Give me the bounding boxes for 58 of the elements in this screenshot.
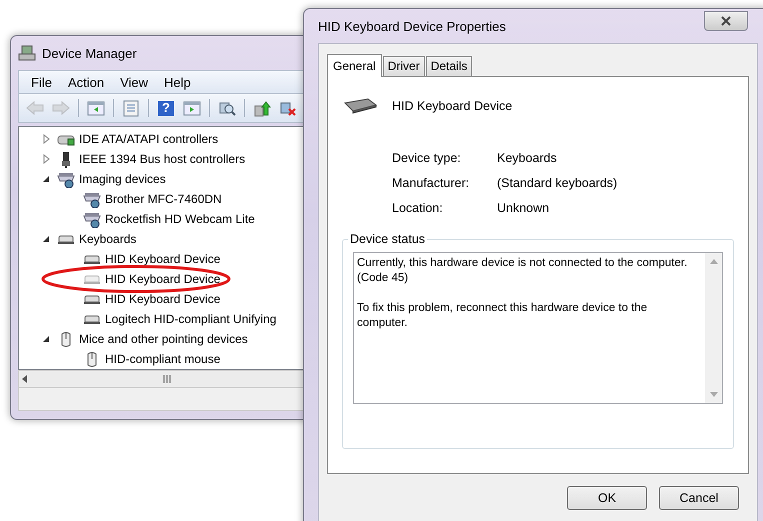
tree-item[interactable]: Logitech HID-compliant Unifying xyxy=(105,312,276,326)
collapsed-arrow-icon[interactable] xyxy=(41,134,51,144)
remove-icon xyxy=(279,100,297,116)
scroll-grip-icon[interactable] xyxy=(161,374,173,384)
tree-item[interactable]: Keyboards xyxy=(79,232,136,246)
menu-item[interactable]: View xyxy=(112,74,156,90)
tree-item[interactable]: IEEE 1394 Bus host controllers xyxy=(79,152,246,166)
vertical-scrollbar[interactable] xyxy=(705,253,722,403)
info-label: Device type: xyxy=(392,151,462,165)
expanded-arrow-icon[interactable] xyxy=(41,234,51,244)
panel-right-icon xyxy=(183,100,201,116)
status-text: computer. xyxy=(357,316,408,331)
sheet-icon xyxy=(122,100,140,116)
back-icon xyxy=(26,100,44,116)
tree-item[interactable]: Mice and other pointing devices xyxy=(79,332,248,346)
tab[interactable]: Driver xyxy=(382,56,425,76)
tab[interactable]: Details xyxy=(426,56,472,76)
info-label: Manufacturer: xyxy=(392,176,470,190)
menu-item[interactable]: Action xyxy=(60,74,112,90)
tree-item[interactable]: HID-compliant mouse xyxy=(105,352,220,366)
tree-item[interactable]: HID Keyboard Device xyxy=(105,252,220,266)
menu-item[interactable]: Help xyxy=(156,74,199,90)
panel-left-icon xyxy=(87,100,105,116)
info-value: (Standard keyboards) xyxy=(497,176,618,190)
window-title: Device Manager xyxy=(42,46,137,60)
scroll-up-icon[interactable] xyxy=(710,259,718,264)
tree-item[interactable]: HID Keyboard Device xyxy=(105,292,220,306)
tree-item[interactable]: IDE ATA/ATAPI controllers xyxy=(79,132,218,146)
expanded-arrow-icon[interactable] xyxy=(41,334,51,344)
status-text: Currently, this hardware device is not connected to the computer. xyxy=(357,256,688,271)
collapsed-arrow-icon[interactable] xyxy=(41,154,51,164)
info-value: Keyboards xyxy=(497,151,558,165)
help-button[interactable]: ? xyxy=(154,97,178,119)
group-label: Device status xyxy=(348,232,428,246)
device-name: HID Keyboard Device xyxy=(392,99,512,113)
ok-button[interactable]: OK xyxy=(567,486,647,510)
forward-icon xyxy=(52,100,70,116)
computer-icon xyxy=(18,44,36,62)
menu-item[interactable]: File xyxy=(23,74,60,90)
tree-item[interactable]: Rocketfish HD Webcam Lite xyxy=(105,212,255,226)
scan-icon xyxy=(218,100,236,116)
close-icon xyxy=(720,16,732,26)
info-value: Unknown xyxy=(497,201,550,215)
status-textbox[interactable]: Currently, this hardware device is not connected to the computer. (Code 45) To fix this problem, reconnect this hardware device to the computer. xyxy=(353,252,723,404)
window-title: HID Keyboard Device Properties xyxy=(318,18,506,34)
scroll-down-icon[interactable] xyxy=(710,392,718,397)
update-icon xyxy=(253,100,271,116)
close-button[interactable] xyxy=(704,11,748,31)
cancel-button[interactable]: Cancel xyxy=(659,486,739,510)
status-text: (Code 45) xyxy=(357,271,410,286)
tab[interactable]: General xyxy=(327,54,382,77)
help-icon xyxy=(157,100,175,116)
horizontal-scrollbar[interactable] xyxy=(18,370,304,388)
status-text: To fix this problem, reconnect this hardware device to the xyxy=(357,301,648,316)
tree-item[interactable]: Brother MFC-7460DN xyxy=(105,192,222,206)
info-label: Location: xyxy=(392,201,444,215)
expanded-arrow-icon[interactable] xyxy=(41,174,51,184)
tree-item[interactable]: Imaging devices xyxy=(79,172,166,186)
